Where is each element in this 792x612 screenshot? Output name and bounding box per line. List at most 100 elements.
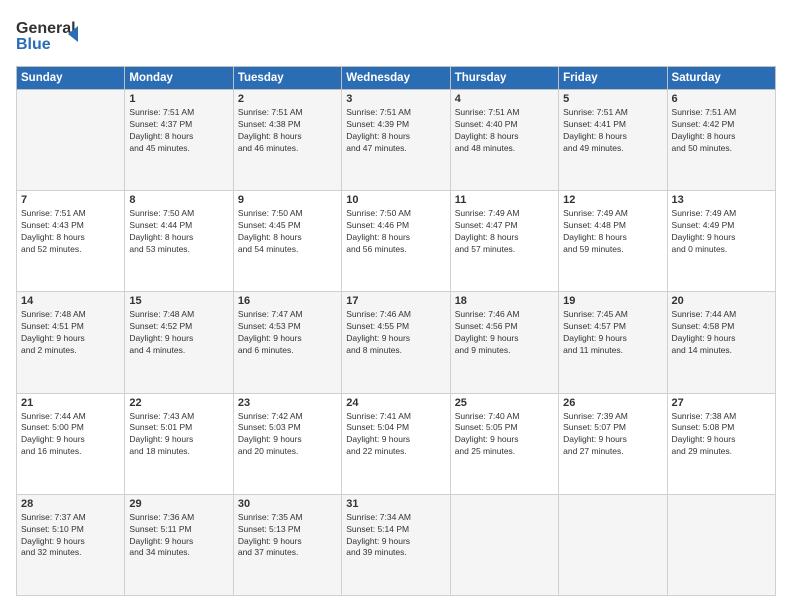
week-row-1: 7 Sunrise: 7:51 AM Sunset: 4:43 PM Daylig… xyxy=(17,191,776,292)
calendar-cell: 21 Sunrise: 7:44 AM Sunset: 5:00 PM Dayli… xyxy=(17,393,125,494)
week-row-2: 14 Sunrise: 7:48 AM Sunset: 4:51 PM Dayli… xyxy=(17,292,776,393)
calendar-cell: 19Sunrise: 7:45 AM Sunset: 4:57 PM Dayli… xyxy=(559,292,667,393)
calendar-cell: 7 Sunrise: 7:51 AM Sunset: 4:43 PM Daylig… xyxy=(17,191,125,292)
calendar-cell: 16 Sunrise: 7:47 AM Sunset: 4:53 PM Dayli… xyxy=(233,292,341,393)
cell-content: Sunrise: 7:37 AM Sunset: 5:10 PM Dayligh… xyxy=(21,512,120,560)
calendar-cell: 6 Sunrise: 7:51 AM Sunset: 4:42 PM Daylig… xyxy=(667,90,775,191)
day-number: 27 xyxy=(672,397,771,409)
calendar-cell: 14 Sunrise: 7:48 AM Sunset: 4:51 PM Dayli… xyxy=(17,292,125,393)
cell-content: Sunrise: 7:49 AM Sunset: 4:49 PM Dayligh… xyxy=(672,208,771,256)
cell-content: Sunrise: 7:36 AM Sunset: 5:11 PM Dayligh… xyxy=(129,512,228,560)
calendar-cell: 8 Sunrise: 7:50 AM Sunset: 4:44 PM Daylig… xyxy=(125,191,233,292)
day-number: 3 xyxy=(346,93,445,105)
day-number: 13 xyxy=(672,194,771,206)
weekday-header-monday: Monday xyxy=(125,67,233,90)
cell-content: Sunrise: 7:44 AM Sunset: 4:58 PM Dayligh… xyxy=(672,309,771,357)
cell-content: Sunrise: 7:46 AM Sunset: 4:56 PM Dayligh… xyxy=(455,309,554,357)
day-number: 16 xyxy=(238,295,337,307)
calendar-cell: 26Sunrise: 7:39 AM Sunset: 5:07 PM Dayli… xyxy=(559,393,667,494)
weekday-header-thursday: Thursday xyxy=(450,67,558,90)
cell-content: Sunrise: 7:51 AM Sunset: 4:42 PM Dayligh… xyxy=(672,107,771,155)
cell-content: Sunrise: 7:50 AM Sunset: 4:44 PM Dayligh… xyxy=(129,208,228,256)
weekday-header-row: SundayMondayTuesdayWednesdayThursdayFrid… xyxy=(17,67,776,90)
cell-content: Sunrise: 7:42 AM Sunset: 5:03 PM Dayligh… xyxy=(238,411,337,459)
cell-content: Sunrise: 7:51 AM Sunset: 4:41 PM Dayligh… xyxy=(563,107,662,155)
calendar-cell: 30 Sunrise: 7:35 AM Sunset: 5:13 PM Dayli… xyxy=(233,494,341,595)
cell-content: Sunrise: 7:41 AM Sunset: 5:04 PM Dayligh… xyxy=(346,411,445,459)
cell-content: Sunrise: 7:51 AM Sunset: 4:39 PM Dayligh… xyxy=(346,107,445,155)
day-number: 7 xyxy=(21,194,120,206)
calendar-cell: 1Sunrise: 7:51 AM Sunset: 4:37 PM Daylig… xyxy=(125,90,233,191)
day-number: 21 xyxy=(21,397,120,409)
calendar-cell xyxy=(17,90,125,191)
calendar-cell: 9Sunrise: 7:50 AM Sunset: 4:45 PM Daylig… xyxy=(233,191,341,292)
calendar-cell: 22Sunrise: 7:43 AM Sunset: 5:01 PM Dayli… xyxy=(125,393,233,494)
day-number: 11 xyxy=(455,194,554,206)
calendar-cell: 25 Sunrise: 7:40 AM Sunset: 5:05 PM Dayli… xyxy=(450,393,558,494)
header: GeneralBlue xyxy=(16,16,776,56)
cell-content: Sunrise: 7:51 AM Sunset: 4:37 PM Dayligh… xyxy=(129,107,228,155)
calendar-cell: 17Sunrise: 7:46 AM Sunset: 4:55 PM Dayli… xyxy=(342,292,450,393)
day-number: 20 xyxy=(672,295,771,307)
calendar-page: GeneralBlue SundayMondayTuesdayWednesday… xyxy=(0,0,792,612)
calendar-cell: 12 Sunrise: 7:49 AM Sunset: 4:48 PM Dayli… xyxy=(559,191,667,292)
day-number: 10 xyxy=(346,194,445,206)
calendar-cell: 13 Sunrise: 7:49 AM Sunset: 4:49 PM Dayli… xyxy=(667,191,775,292)
calendar-cell xyxy=(667,494,775,595)
weekday-header-tuesday: Tuesday xyxy=(233,67,341,90)
day-number: 8 xyxy=(129,194,228,206)
cell-content: Sunrise: 7:49 AM Sunset: 4:47 PM Dayligh… xyxy=(455,208,554,256)
day-number: 30 xyxy=(238,498,337,510)
cell-content: Sunrise: 7:48 AM Sunset: 4:52 PM Dayligh… xyxy=(129,309,228,357)
calendar-cell: 3 Sunrise: 7:51 AM Sunset: 4:39 PM Daylig… xyxy=(342,90,450,191)
cell-content: Sunrise: 7:51 AM Sunset: 4:38 PM Dayligh… xyxy=(238,107,337,155)
svg-text:Blue: Blue xyxy=(16,36,51,53)
week-row-3: 21 Sunrise: 7:44 AM Sunset: 5:00 PM Dayli… xyxy=(17,393,776,494)
cell-content: Sunrise: 7:43 AM Sunset: 5:01 PM Dayligh… xyxy=(129,411,228,459)
calendar-cell: 28 Sunrise: 7:37 AM Sunset: 5:10 PM Dayli… xyxy=(17,494,125,595)
cell-content: Sunrise: 7:46 AM Sunset: 4:55 PM Dayligh… xyxy=(346,309,445,357)
cell-content: Sunrise: 7:51 AM Sunset: 4:40 PM Dayligh… xyxy=(455,107,554,155)
calendar-cell: 18 Sunrise: 7:46 AM Sunset: 4:56 PM Dayli… xyxy=(450,292,558,393)
weekday-header-saturday: Saturday xyxy=(667,67,775,90)
day-number: 28 xyxy=(21,498,120,510)
day-number: 26 xyxy=(563,397,662,409)
logo: GeneralBlue xyxy=(16,16,86,56)
cell-content: Sunrise: 7:49 AM Sunset: 4:48 PM Dayligh… xyxy=(563,208,662,256)
calendar-cell: 31Sunrise: 7:34 AM Sunset: 5:14 PM Dayli… xyxy=(342,494,450,595)
cell-content: Sunrise: 7:45 AM Sunset: 4:57 PM Dayligh… xyxy=(563,309,662,357)
calendar-cell: 5 Sunrise: 7:51 AM Sunset: 4:41 PM Daylig… xyxy=(559,90,667,191)
day-number: 29 xyxy=(129,498,228,510)
calendar-cell: 15Sunrise: 7:48 AM Sunset: 4:52 PM Dayli… xyxy=(125,292,233,393)
cell-content: Sunrise: 7:48 AM Sunset: 4:51 PM Dayligh… xyxy=(21,309,120,357)
day-number: 2 xyxy=(238,93,337,105)
calendar-table: SundayMondayTuesdayWednesdayThursdayFrid… xyxy=(16,66,776,596)
day-number: 24 xyxy=(346,397,445,409)
calendar-cell: 29 Sunrise: 7:36 AM Sunset: 5:11 PM Dayli… xyxy=(125,494,233,595)
cell-content: Sunrise: 7:40 AM Sunset: 5:05 PM Dayligh… xyxy=(455,411,554,459)
calendar-cell: 24 Sunrise: 7:41 AM Sunset: 5:04 PM Dayli… xyxy=(342,393,450,494)
day-number: 6 xyxy=(672,93,771,105)
cell-content: Sunrise: 7:47 AM Sunset: 4:53 PM Dayligh… xyxy=(238,309,337,357)
cell-content: Sunrise: 7:35 AM Sunset: 5:13 PM Dayligh… xyxy=(238,512,337,560)
week-row-0: 1Sunrise: 7:51 AM Sunset: 4:37 PM Daylig… xyxy=(17,90,776,191)
calendar-cell: 11 Sunrise: 7:49 AM Sunset: 4:47 PM Dayli… xyxy=(450,191,558,292)
weekday-header-sunday: Sunday xyxy=(17,67,125,90)
day-number: 23 xyxy=(238,397,337,409)
calendar-cell: 2 Sunrise: 7:51 AM Sunset: 4:38 PM Daylig… xyxy=(233,90,341,191)
day-number: 18 xyxy=(455,295,554,307)
day-number: 14 xyxy=(21,295,120,307)
day-number: 4 xyxy=(455,93,554,105)
cell-content: Sunrise: 7:44 AM Sunset: 5:00 PM Dayligh… xyxy=(21,411,120,459)
day-number: 25 xyxy=(455,397,554,409)
day-number: 5 xyxy=(563,93,662,105)
calendar-cell: 23 Sunrise: 7:42 AM Sunset: 5:03 PM Dayli… xyxy=(233,393,341,494)
cell-content: Sunrise: 7:51 AM Sunset: 4:43 PM Dayligh… xyxy=(21,208,120,256)
cell-content: Sunrise: 7:50 AM Sunset: 4:45 PM Dayligh… xyxy=(238,208,337,256)
calendar-cell: 4 Sunrise: 7:51 AM Sunset: 4:40 PM Daylig… xyxy=(450,90,558,191)
calendar-cell: 27 Sunrise: 7:38 AM Sunset: 5:08 PM Dayli… xyxy=(667,393,775,494)
logo-svg: GeneralBlue xyxy=(16,16,86,56)
cell-content: Sunrise: 7:38 AM Sunset: 5:08 PM Dayligh… xyxy=(672,411,771,459)
svg-text:General: General xyxy=(16,20,76,37)
day-number: 12 xyxy=(563,194,662,206)
